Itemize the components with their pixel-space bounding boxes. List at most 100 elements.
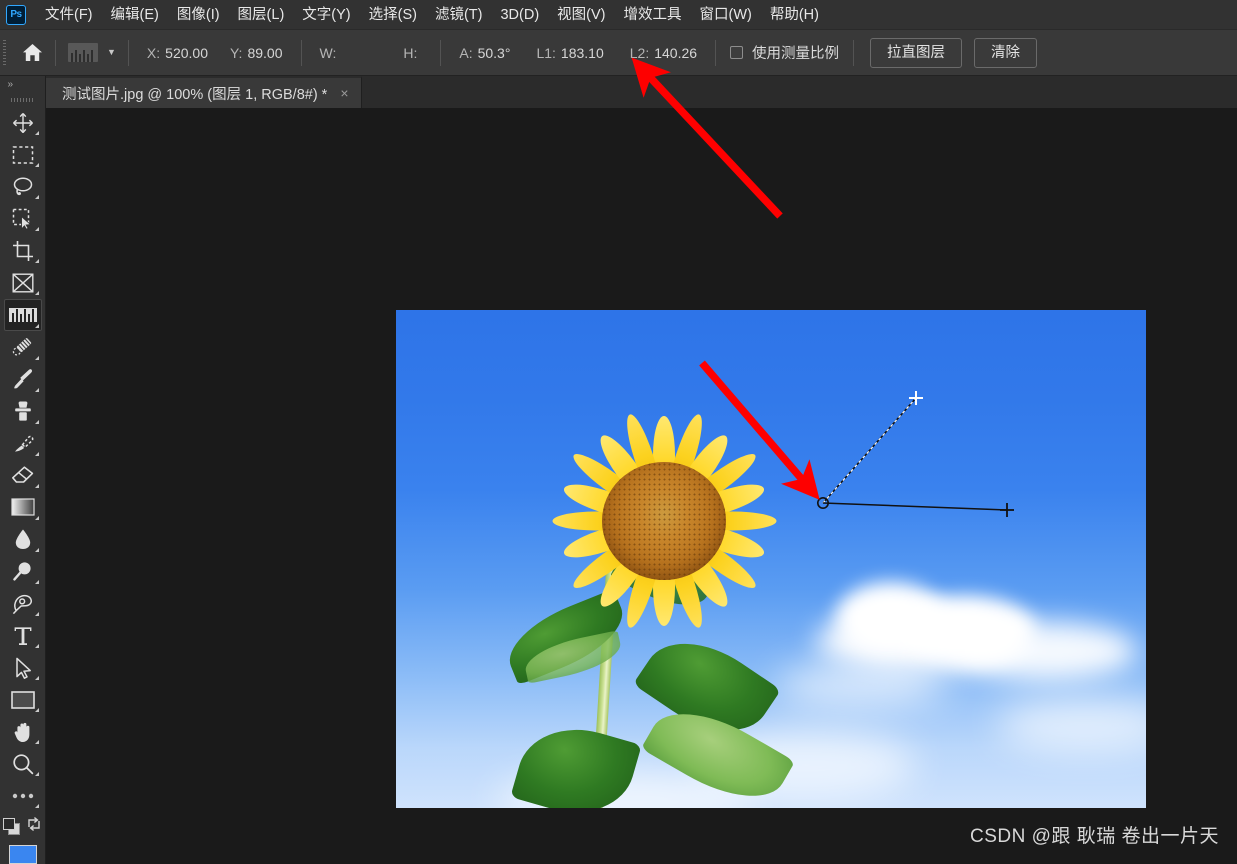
tool-zoom[interactable] [4, 748, 42, 779]
blur-drop-icon [14, 528, 32, 550]
measure-h-label: H: [403, 45, 417, 61]
toolbar-grip[interactable] [0, 92, 46, 107]
menu-edit[interactable]: 编辑(E) [102, 3, 168, 27]
menu-filter[interactable]: 滤镜(T) [426, 3, 492, 27]
menu-type[interactable]: 文字(Y) [293, 3, 359, 27]
history-brush-icon [11, 431, 35, 455]
document-tab[interactable]: 测试图片.jpg @ 100% (图层 1, RGB/8#) * × [46, 76, 362, 108]
tool-marquee[interactable] [4, 139, 42, 170]
tool-pen[interactable] [4, 588, 42, 619]
tool-rectangle[interactable] [4, 684, 42, 715]
clear-button[interactable]: 清除 [974, 38, 1037, 68]
home-button[interactable] [9, 30, 55, 76]
measure-l2-value: 140.26 [654, 45, 697, 61]
spot-healing-brush-icon [11, 335, 35, 359]
tool-brush[interactable] [4, 364, 42, 395]
canvas-area[interactable] [46, 108, 1237, 864]
dodge-icon [12, 560, 34, 582]
tool-group-indicator [35, 452, 39, 456]
eraser-icon [11, 465, 35, 485]
tool-clone-stamp[interactable] [4, 396, 42, 427]
menu-3d[interactable]: 3D(D) [491, 3, 548, 27]
size-group: W: H: [302, 30, 441, 76]
tool-history-brush[interactable] [4, 428, 42, 459]
lasso-icon [12, 176, 34, 198]
watermark: CSDN @跟 耿瑞 卷出一片天 [970, 821, 1219, 848]
measure-h-field[interactable]: H: [403, 45, 422, 61]
type-icon [13, 625, 33, 647]
tool-gradient[interactable] [4, 492, 42, 523]
tool-crop[interactable] [4, 235, 42, 266]
measure-l1-label: L1: [536, 45, 555, 61]
tool-group-indicator [35, 740, 39, 744]
chevron-down-icon[interactable]: ▼ [107, 48, 116, 57]
collapse-toolbar-button[interactable]: » [0, 76, 46, 92]
close-icon[interactable]: × [340, 86, 348, 100]
foreground-background-color-swatch[interactable] [3, 818, 20, 835]
tool-ruler[interactable] [4, 299, 42, 330]
document-canvas[interactable] [396, 310, 1146, 808]
measure-y-value: 89.00 [247, 45, 282, 61]
options-bar-grip[interactable] [0, 30, 9, 76]
measure-angle-field[interactable]: A: 50.3° [459, 45, 510, 61]
use-measurement-scale-label: 使用测量比例 [752, 42, 839, 63]
ruler-icon [68, 43, 98, 62]
home-icon [22, 43, 43, 62]
tool-group-indicator [35, 388, 39, 392]
measure-w-label: W: [320, 45, 337, 61]
tool-hand[interactable] [4, 716, 42, 747]
measure-y-label: Y: [230, 45, 242, 61]
swap-colors-icon[interactable] [26, 816, 42, 837]
tool-group-indicator [35, 548, 39, 552]
measure-l2-field[interactable]: L2: 140.26 [630, 45, 697, 61]
menu-help[interactable]: 帮助(H) [761, 3, 828, 27]
straighten-layer-button[interactable]: 拉直图层 [870, 38, 962, 68]
measure-x-field[interactable]: X: 520.00 [147, 45, 208, 61]
tool-quick-selection[interactable] [4, 203, 42, 234]
foreground-color-swatch[interactable] [3, 818, 15, 830]
use-measurement-scale-row[interactable]: 使用测量比例 [716, 30, 853, 76]
tool-path-selection[interactable] [4, 652, 42, 683]
tool-group-indicator [35, 195, 39, 199]
measure-arm-1 [823, 398, 916, 503]
measure-l1-field[interactable]: L1: 183.10 [536, 45, 603, 61]
tool-group-indicator [35, 676, 39, 680]
measure-arm-2 [823, 503, 1007, 510]
angle-length-group: A: 50.3° L1: 183.10 L2: 140.26 [441, 30, 715, 76]
tool-group-indicator [35, 324, 39, 328]
tool-edit-toolbar[interactable] [4, 780, 42, 811]
path-selection-arrow-icon [14, 657, 32, 679]
menu-window[interactable]: 窗口(W) [691, 3, 761, 27]
magnifier-icon [12, 753, 34, 775]
tool-move[interactable] [4, 107, 42, 138]
tools-panel: » [0, 76, 46, 864]
tool-type[interactable] [4, 620, 42, 651]
brush-icon [11, 367, 35, 391]
tool-frame[interactable] [4, 267, 42, 298]
tool-group-indicator [35, 612, 39, 616]
menu-plugins[interactable]: 增效工具 [615, 3, 691, 27]
tool-blur[interactable] [4, 524, 42, 555]
measure-angle-label: A: [459, 45, 472, 61]
tool-dodge[interactable] [4, 556, 42, 587]
menu-image[interactable]: 图像(I) [168, 3, 229, 27]
photoshop-logo: Ps [6, 5, 26, 25]
menu-layer[interactable]: 图层(L) [229, 3, 294, 27]
tool-preset-picker[interactable]: ▼ [56, 30, 128, 76]
menu-view[interactable]: 视图(V) [548, 3, 614, 27]
measure-w-field[interactable]: W: [320, 45, 342, 61]
quick-mask-color-chip[interactable] [9, 845, 37, 863]
ruler-measurement-overlay[interactable] [396, 310, 1146, 808]
menu-file[interactable]: 文件(F) [36, 3, 102, 27]
ellipsis-icon [11, 792, 35, 800]
tool-spot-healing[interactable] [4, 332, 42, 363]
tool-group-indicator [35, 131, 39, 135]
gradient-icon [11, 498, 35, 516]
measure-angle-value: 50.3° [478, 45, 511, 61]
tool-eraser[interactable] [4, 460, 42, 491]
menu-select[interactable]: 选择(S) [360, 3, 426, 27]
use-measurement-scale-checkbox[interactable] [730, 46, 743, 59]
tool-lasso[interactable] [4, 171, 42, 202]
measure-x-label: X: [147, 45, 160, 61]
measure-y-field[interactable]: Y: 89.00 [230, 45, 283, 61]
